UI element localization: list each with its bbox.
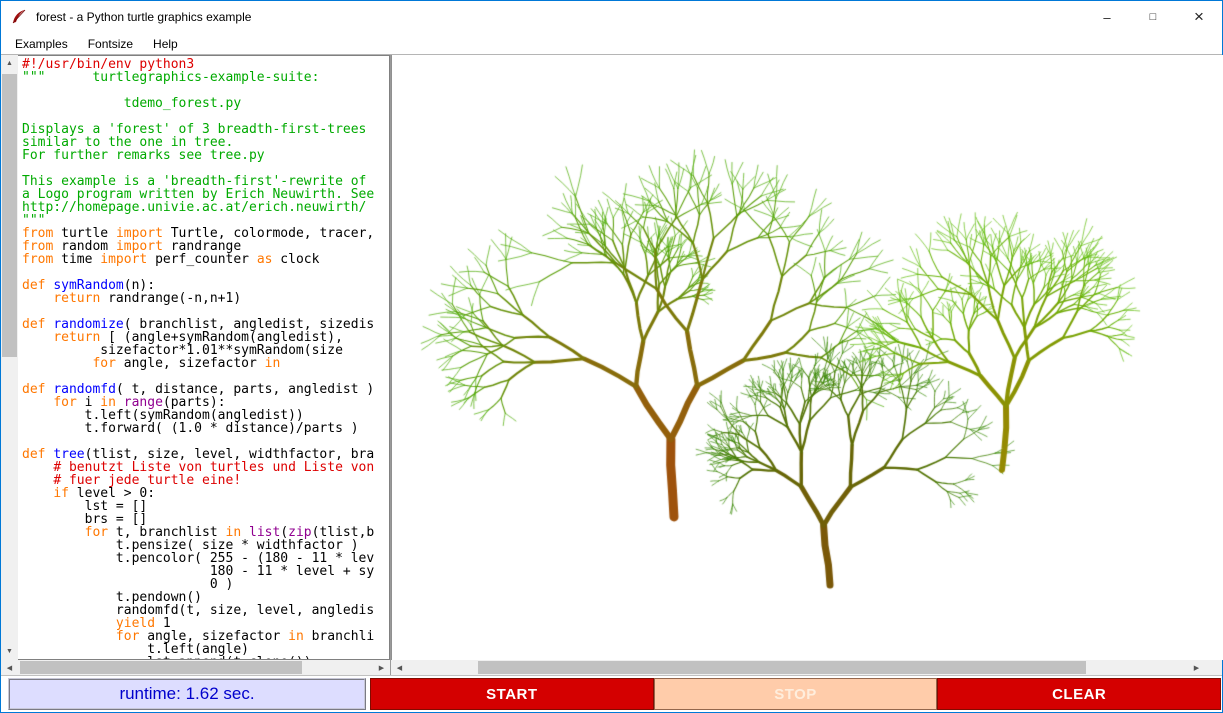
turtle-canvas <box>391 55 1223 660</box>
close-icon: × <box>1194 7 1204 27</box>
control-bar: runtime: 1.62 sec. START STOP CLEAR <box>1 675 1222 712</box>
canvas-horizontal-scrollbar[interactable]: ◀ ▶ <box>391 660 1222 675</box>
menu-fontsize[interactable]: Fontsize <box>82 35 139 53</box>
canvas-hscroll-thumb[interactable] <box>478 661 1086 674</box>
scroll-up-icon[interactable]: ▲ <box>1 55 18 72</box>
maximize-icon: □ <box>1150 11 1157 23</box>
canvas-scroll-right-icon[interactable]: ▶ <box>1188 660 1205 675</box>
canvas-scroll-left-icon[interactable]: ◀ <box>391 660 408 675</box>
code-pane: ▲ ▼ #!/usr/bin/env python3""" turtlegrap… <box>1 55 391 675</box>
minimize-button[interactable]: – <box>1084 1 1130 33</box>
content-area: ▲ ▼ #!/usr/bin/env python3""" turtlegrap… <box>1 54 1222 675</box>
app-icon <box>10 8 28 26</box>
code-horizontal-scrollbar[interactable]: ◀ ▶ <box>1 660 390 675</box>
menu-bar: Examples Fontsize Help <box>1 33 1222 54</box>
code-hscroll-track[interactable] <box>18 660 373 675</box>
minimize-icon: – <box>1103 10 1110 25</box>
scrollbar-corner <box>1205 660 1222 675</box>
title-bar: forest - a Python turtle graphics exampl… <box>1 1 1222 33</box>
code-vscroll-track[interactable] <box>1 72 18 643</box>
code-hscroll-thumb[interactable] <box>20 661 302 674</box>
runtime-label: runtime: 1.62 sec. <box>8 678 366 710</box>
close-button[interactable]: × <box>1176 1 1222 33</box>
graphics-pane: ▲ ▼ ◀ ▶ <box>391 55 1222 675</box>
scroll-down-icon[interactable]: ▼ <box>1 643 18 660</box>
scroll-left-icon[interactable]: ◀ <box>1 660 18 675</box>
maximize-button[interactable]: □ <box>1130 1 1176 33</box>
code-vscroll-thumb[interactable] <box>2 74 17 357</box>
stop-button[interactable]: STOP <box>654 678 938 710</box>
feather-icon <box>10 8 28 26</box>
window-controls: – □ × <box>1084 1 1222 33</box>
menu-examples[interactable]: Examples <box>9 35 74 53</box>
app-window: forest - a Python turtle graphics exampl… <box>0 0 1223 713</box>
menu-help[interactable]: Help <box>147 35 184 53</box>
code-text[interactable]: #!/usr/bin/env python3""" turtlegraphics… <box>18 55 390 660</box>
canvas-hscroll-track[interactable] <box>408 660 1188 675</box>
start-button[interactable]: START <box>370 678 654 710</box>
code-vertical-scrollbar[interactable]: ▲ ▼ <box>1 55 18 660</box>
scroll-right-icon[interactable]: ▶ <box>373 660 390 675</box>
window-title: forest - a Python turtle graphics exampl… <box>36 10 251 24</box>
clear-button[interactable]: CLEAR <box>937 678 1221 710</box>
